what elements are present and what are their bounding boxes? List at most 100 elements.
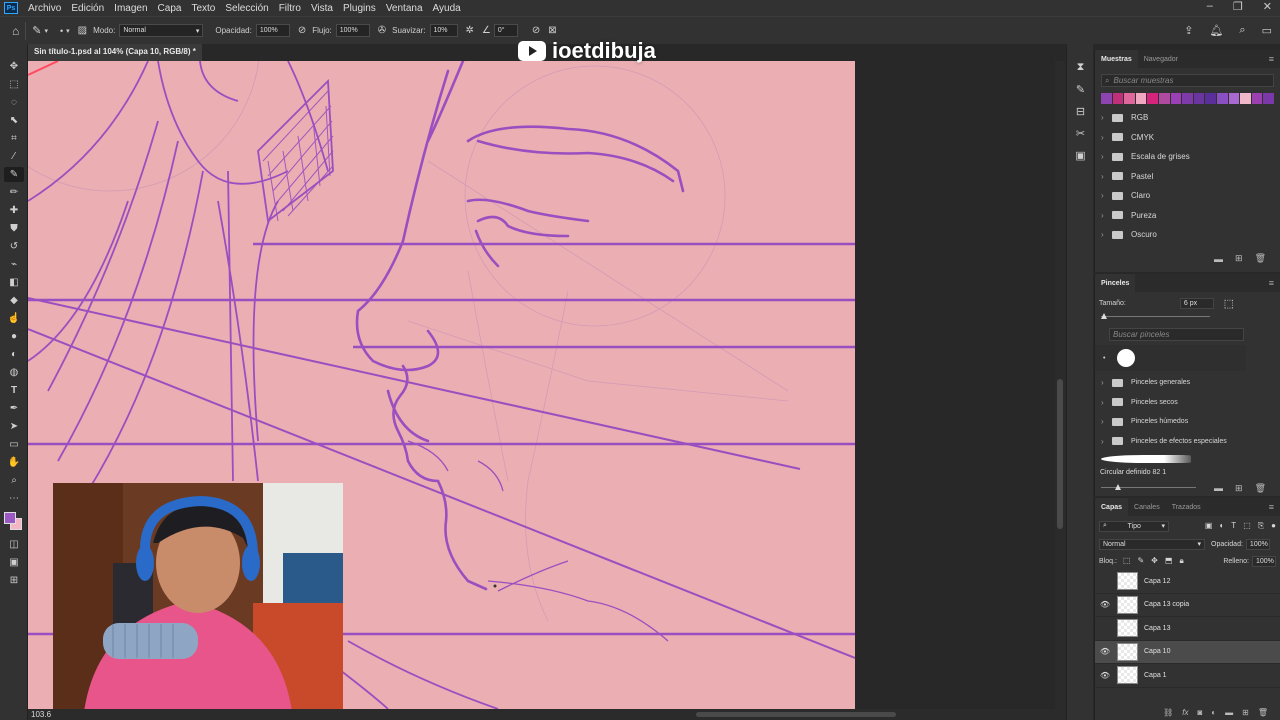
layer-row[interactable]: 👁︎ Capa 1 bbox=[1095, 664, 1280, 688]
new-group-icon[interactable]: ▬ bbox=[1225, 708, 1233, 717]
swatch[interactable] bbox=[1170, 93, 1182, 104]
lock-artboard-icon[interactable]: ⬒ bbox=[1165, 556, 1173, 566]
preview-size-slider[interactable] bbox=[1101, 483, 1196, 493]
search-icon[interactable]: ⌕ bbox=[1239, 24, 1245, 37]
quick-mask-icon[interactable]: ◫ bbox=[4, 537, 24, 552]
swatch-group-light[interactable]: › Claro bbox=[1095, 186, 1280, 206]
panel-menu-icon[interactable]: ≡ bbox=[1269, 54, 1274, 64]
path-select-tool-icon[interactable]: ➤ bbox=[4, 419, 24, 434]
history-brush-tool-icon[interactable]: ↺ bbox=[4, 239, 24, 254]
dodge-tool-icon[interactable]: ◐ bbox=[4, 347, 24, 362]
brush-tip-icon[interactable]: • bbox=[1103, 355, 1105, 362]
layer-row-selected[interactable]: 👁︎ Capa 10 bbox=[1095, 640, 1280, 664]
menu-filtro[interactable]: Filtro bbox=[274, 3, 306, 14]
swatch[interactable] bbox=[1193, 93, 1205, 104]
smooth-field[interactable]: 10% bbox=[429, 24, 458, 37]
tab-navegador[interactable]: Navegador bbox=[1138, 50, 1184, 68]
layer-row[interactable]: Capa 13 bbox=[1095, 617, 1280, 641]
mode-select[interactable]: Normal ▾ bbox=[119, 24, 204, 37]
swatch[interactable] bbox=[1135, 93, 1147, 104]
lock-transparency-icon[interactable]: ⬚ bbox=[1123, 556, 1131, 566]
pen-tool-icon[interactable]: ✒ bbox=[4, 401, 24, 416]
swatch-group-rgb[interactable]: › RGB bbox=[1095, 108, 1280, 128]
eye-icon[interactable]: 👁︎ bbox=[1095, 671, 1115, 680]
swatch[interactable] bbox=[1124, 93, 1135, 104]
eraser-tool-icon[interactable]: ◧ bbox=[4, 275, 24, 290]
menu-capa[interactable]: Capa bbox=[153, 3, 187, 14]
layer-opacity-field[interactable]: 100% bbox=[1245, 538, 1270, 550]
smartobject-filter-icon[interactable]: ⎘ bbox=[1258, 521, 1264, 531]
brush-group-general[interactable]: › Pinceles generales bbox=[1095, 373, 1280, 393]
brush-settings-icon[interactable]: ▨ bbox=[78, 25, 87, 36]
swatch[interactable] bbox=[1263, 93, 1274, 104]
adjustment-filter-icon[interactable]: ◐ bbox=[1219, 521, 1224, 531]
swatch-group-cmyk[interactable]: › CMYK bbox=[1095, 128, 1280, 148]
swatch[interactable] bbox=[1216, 93, 1228, 104]
brush-search-input[interactable]: Buscar pinceles bbox=[1109, 328, 1244, 341]
menu-archivo[interactable]: Archivo bbox=[23, 3, 66, 14]
new-layer-icon[interactable]: ⊞ bbox=[1242, 708, 1249, 717]
paint-bucket-tool-icon[interactable]: ◆ bbox=[4, 293, 24, 308]
menu-plugins[interactable]: Plugins bbox=[338, 3, 381, 14]
new-brush-icon[interactable]: ⬚ bbox=[1224, 297, 1234, 310]
brush-tool-icon[interactable]: ✎ bbox=[4, 167, 24, 182]
swatch-search-input[interactable]: ⌕ Buscar muestras bbox=[1101, 74, 1274, 87]
menu-ayuda[interactable]: Ayuda bbox=[428, 3, 466, 14]
marquee-tool-icon[interactable]: ⬚ bbox=[4, 77, 24, 92]
scroll-thumb[interactable] bbox=[696, 712, 896, 717]
share-icon[interactable]: ⇪ bbox=[1184, 24, 1193, 37]
object-select-tool-icon[interactable]: ⬉ bbox=[4, 113, 24, 128]
swatch[interactable] bbox=[1182, 93, 1193, 104]
round-brush-tip[interactable] bbox=[1117, 349, 1136, 367]
brush-group-dry[interactable]: › Pinceles secos bbox=[1095, 393, 1280, 413]
trash-icon[interactable]: 🗑︎ bbox=[1255, 253, 1266, 264]
screen-mode-icon[interactable]: ▣ bbox=[4, 555, 24, 570]
horizontal-scrollbar[interactable] bbox=[28, 709, 1065, 720]
minimize-icon[interactable]: – bbox=[1207, 0, 1213, 13]
workspace-icon[interactable]: ▭ bbox=[1262, 24, 1272, 37]
lock-all-icon[interactable]: 🔒︎ bbox=[1179, 556, 1183, 566]
blur-tool-icon[interactable]: ● bbox=[4, 329, 24, 344]
color-swatches[interactable] bbox=[0, 508, 28, 534]
link-icon[interactable]: ⛓ bbox=[1163, 708, 1173, 717]
swatch[interactable] bbox=[1205, 93, 1216, 104]
clone-stamp-tool-icon[interactable]: ⛊ bbox=[4, 221, 24, 236]
foreground-color[interactable] bbox=[4, 512, 16, 524]
healing-tool-icon[interactable]: ✚ bbox=[4, 203, 24, 218]
trash-icon[interactable]: 🗑︎ bbox=[1255, 483, 1266, 494]
flow-field[interactable]: 100% bbox=[335, 24, 370, 37]
trash-icon[interactable]: 🗑︎ bbox=[1258, 708, 1268, 717]
filter-toggle-icon[interactable]: ● bbox=[1271, 521, 1276, 531]
menu-ventana[interactable]: Ventana bbox=[381, 3, 428, 14]
lock-pixels-icon[interactable]: ✎ bbox=[1137, 556, 1144, 566]
brush-group-special-effects[interactable]: › Pinceles de efectos especiales bbox=[1095, 432, 1280, 452]
sponge-tool-icon[interactable]: ◍ bbox=[4, 365, 24, 380]
brush-settings-panel-icon[interactable]: ✎ bbox=[1067, 78, 1094, 100]
chevron-down-icon[interactable]: ▾ bbox=[66, 27, 70, 35]
more-tools-icon[interactable]: ⋯ bbox=[4, 491, 24, 506]
chevron-down-icon[interactable]: ▾ bbox=[44, 27, 48, 35]
hand-tool-icon[interactable]: ✋ bbox=[4, 455, 24, 470]
airbrush-icon[interactable]: ✇ bbox=[378, 25, 386, 36]
frame-tool-icon[interactable]: ⊞ bbox=[4, 573, 24, 588]
panel-menu-icon[interactable]: ≡ bbox=[1269, 278, 1274, 288]
swatch[interactable] bbox=[1101, 93, 1112, 104]
layer-row[interactable]: Capa 12 bbox=[1095, 570, 1280, 594]
menu-vista[interactable]: Vista bbox=[306, 3, 338, 14]
blend-mode-select[interactable]: Normal ▾ bbox=[1099, 538, 1205, 550]
layer-row[interactable]: 👁︎ Capa 13 copia bbox=[1095, 594, 1280, 617]
crop-tool-icon[interactable]: ⌗ bbox=[4, 131, 24, 146]
layer-filter-select[interactable]: ⌕ Tipo ▾ bbox=[1099, 520, 1169, 532]
swatch-group-dark[interactable]: › Oscuro bbox=[1095, 225, 1280, 245]
pressure-size-icon[interactable]: ⊘ bbox=[532, 25, 540, 36]
swatch[interactable] bbox=[1228, 93, 1240, 104]
brush-tool-icon[interactable]: ✎ bbox=[32, 24, 41, 37]
type-filter-icon[interactable]: T bbox=[1231, 521, 1236, 531]
tab-pinceles[interactable]: Pinceles bbox=[1095, 274, 1136, 292]
tab-capas[interactable]: Capas bbox=[1095, 498, 1129, 516]
mask-icon[interactable]: ◙ bbox=[1197, 708, 1202, 717]
shape-filter-icon[interactable]: ⬚ bbox=[1243, 521, 1251, 531]
eyedropper-tool-icon[interactable]: ⁄ bbox=[4, 149, 24, 164]
close-icon[interactable]: ✕ bbox=[1263, 0, 1272, 13]
home-icon[interactable]: ⌂ bbox=[12, 24, 19, 38]
